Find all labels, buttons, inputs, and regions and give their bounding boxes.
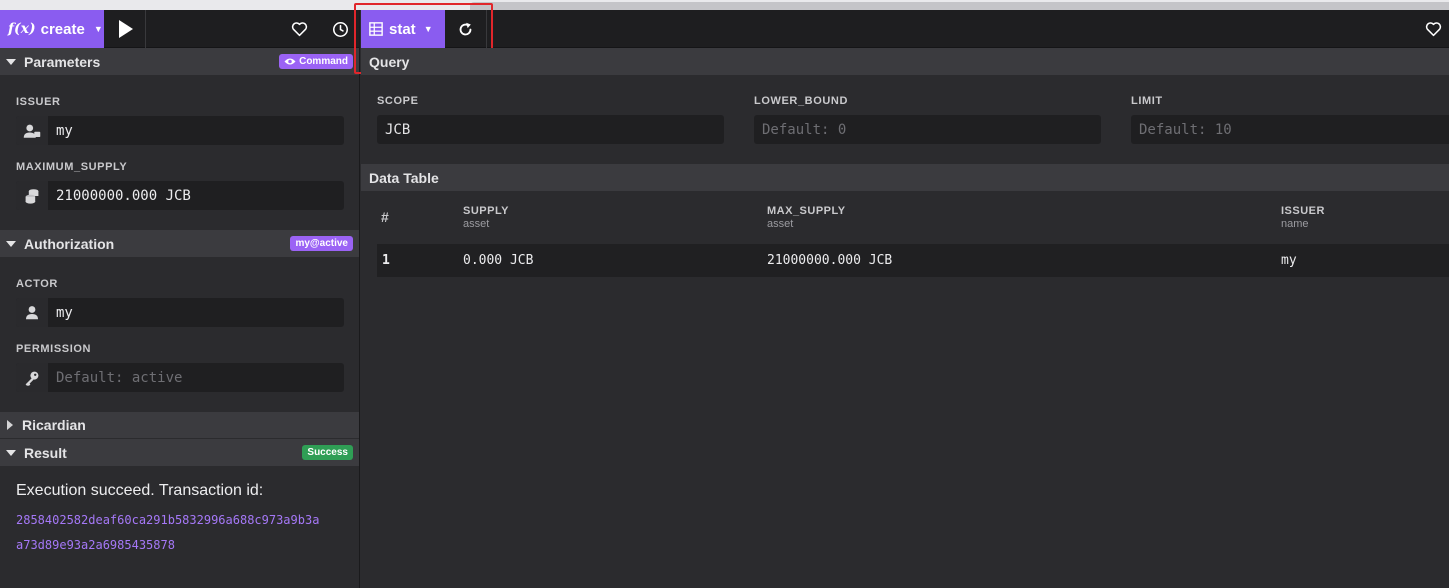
parameters-title: Parameters: [24, 53, 101, 70]
permission-placeholder: Default: active: [56, 369, 183, 386]
history-button[interactable]: [331, 20, 349, 38]
collapse-triangle-icon: [6, 449, 16, 456]
transaction-id-line-2: a73d89e93a2a6985435878: [16, 538, 175, 552]
authorization-title: Authorization: [24, 235, 115, 252]
limit-label: LIMIT: [1131, 95, 1163, 107]
actor-value: my: [56, 304, 73, 321]
expand-triangle-icon: [7, 420, 13, 430]
person-icon: [16, 298, 48, 327]
caret-down-icon: ▼: [423, 24, 433, 34]
query-fields: SCOPE JCB LOWER_BOUND Default: 0 LIMIT D…: [361, 95, 1449, 144]
heart-icon: [1425, 22, 1441, 37]
limit-placeholder: Default: 10: [1139, 121, 1232, 138]
favorite-action-button[interactable]: [290, 20, 308, 38]
collapse-triangle-icon: [6, 240, 16, 247]
lower-bound-placeholder: Default: 0: [762, 121, 847, 138]
table-panel: stat ▼ Query SCOPE JCB LOWER_BOUND Defau…: [354, 3, 1449, 588]
scope-label: SCOPE: [377, 95, 419, 107]
action-toolbar: f(x) create ▼: [0, 10, 359, 48]
limit-input[interactable]: Default: 10: [1131, 115, 1449, 144]
command-badge-label: Command: [299, 56, 348, 67]
collapse-triangle-icon: [6, 58, 16, 65]
scope-input[interactable]: JCB: [377, 115, 724, 144]
row-supply: 0.000 JCB: [463, 253, 534, 268]
column-header-issuer[interactable]: ISSUER name: [1281, 205, 1431, 241]
actor-input[interactable]: my: [16, 298, 344, 327]
result-section-header[interactable]: Result Success: [0, 439, 359, 466]
query-section-header: Query: [361, 48, 1449, 75]
parameters-section-header[interactable]: Parameters Command: [0, 48, 359, 75]
data-table-section-header: Data Table: [361, 164, 1449, 191]
caret-down-icon: ▼: [93, 24, 103, 34]
data-table-title: Data Table: [369, 169, 439, 186]
table-toolbar: stat ▼: [354, 3, 1449, 74]
issuer-value: my: [56, 122, 73, 139]
authorization-section-header[interactable]: Authorization my@active: [0, 230, 359, 257]
table-selector-button[interactable]: stat ▼: [361, 10, 445, 48]
query-title: Query: [369, 53, 410, 70]
column-header-index: #: [381, 209, 390, 225]
lower-bound-label: LOWER_BOUND: [754, 95, 848, 107]
table-header-row: # SUPPLY asset MAX_SUPPLY asset ISSUER n…: [361, 205, 1449, 241]
action-panel: f(x) create ▼ Parameters Command ISSUER …: [0, 10, 360, 588]
transaction-id-line-1: 2858402582deaf60ca291b5832996a688c973a9b…: [16, 513, 320, 527]
heart-icon: [291, 22, 307, 37]
row-issuer: my: [1281, 253, 1297, 268]
success-badge: Success: [302, 445, 353, 460]
column-header-supply[interactable]: SUPPLY asset: [463, 205, 767, 241]
lower-bound-input[interactable]: Default: 0: [754, 115, 1101, 144]
user-icon: [16, 116, 48, 145]
eye-icon: [284, 58, 296, 65]
issuer-input[interactable]: my: [16, 116, 344, 145]
table-grid-icon: [369, 22, 383, 36]
row-max-supply: 21000000.000 JCB: [767, 253, 893, 268]
table-row[interactable]: 1 0.000 JCB 21000000.000 JCB my: [377, 244, 1449, 277]
table-name: stat: [389, 20, 416, 38]
column-header-max-supply[interactable]: MAX_SUPPLY asset: [767, 205, 1281, 241]
permission-input[interactable]: Default: active: [16, 363, 344, 392]
function-icon: f(x): [8, 21, 36, 37]
refresh-icon: [459, 22, 472, 35]
action-selector-button[interactable]: f(x) create ▼: [0, 10, 104, 48]
issuer-label: ISSUER: [16, 96, 61, 108]
maximum-supply-input[interactable]: 21000000.000 JCB: [16, 181, 344, 210]
run-action-button[interactable]: [104, 10, 146, 48]
refresh-button[interactable]: [445, 10, 487, 48]
transaction-id[interactable]: 2858402582deaf60ca291b5832996a688c973a9b…: [0, 500, 350, 558]
result-title: Result: [24, 444, 67, 461]
row-index: 1: [382, 253, 390, 268]
maximum-supply-value: 21000000.000 JCB: [56, 187, 191, 204]
command-badge[interactable]: Command: [279, 54, 353, 69]
result-message: Execution succeed. Transaction id:: [16, 482, 264, 499]
ricardian-title: Ricardian: [22, 417, 86, 433]
ricardian-section-header[interactable]: Ricardian: [0, 412, 359, 439]
window-top-strip: [0, 0, 1449, 10]
browser-tab-bar: [470, 2, 1449, 10]
maximum-supply-label: MAXIMUM_SUPPLY: [16, 161, 128, 173]
permission-label: PERMISSION: [16, 343, 92, 355]
action-name: create: [40, 20, 85, 38]
clock-icon: [332, 21, 348, 37]
coins-icon: [16, 181, 48, 210]
favorite-table-button[interactable]: [1424, 20, 1442, 38]
actor-label: ACTOR: [16, 278, 58, 290]
play-icon: [119, 20, 133, 38]
authorization-badge[interactable]: my@active: [290, 236, 353, 251]
key-icon: [16, 363, 48, 392]
